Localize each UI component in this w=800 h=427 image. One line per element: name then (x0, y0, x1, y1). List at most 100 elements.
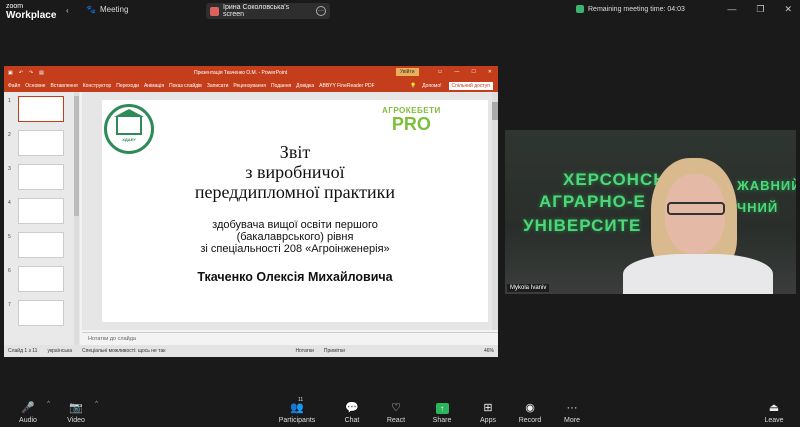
slide-scrollbar[interactable] (492, 92, 498, 330)
apps-button[interactable]: ⊞ Apps (468, 393, 508, 424)
tab-view[interactable]: Подання (271, 83, 291, 89)
react-button[interactable]: ♡ React (376, 393, 416, 424)
thumb-number: 5 (8, 234, 11, 240)
tab-review[interactable]: Рецензування (233, 83, 266, 89)
remaining-label: Remaining meeting time: 04:03 (588, 5, 685, 13)
slide-thumbnail[interactable] (18, 266, 64, 292)
undo-icon[interactable]: ↶ (19, 70, 23, 76)
close-icon[interactable]: ✕ (488, 69, 492, 75)
restore-icon[interactable]: ❐ (756, 4, 764, 15)
tab-home[interactable]: Основне (25, 83, 45, 89)
thumb-number: 7 (8, 302, 11, 308)
meeting-menu[interactable]: 🐾 Meeting (86, 5, 128, 14)
chevron-up-icon[interactable]: ^ (47, 401, 50, 407)
audio-button[interactable]: 🎤 Audio ^ (8, 393, 50, 424)
wall-text-1: ХЕРСОНСЬ (563, 170, 667, 189)
tab-record[interactable]: Записати (207, 83, 229, 89)
tab-slideshow[interactable]: Показ слайдів (169, 83, 202, 89)
leave-button[interactable]: ⏏ Leave (754, 393, 794, 424)
participant-video-tile[interactable]: ХЕРСОНСЬ ЖАВНИЙ АГРАРНО-Е ЧНИЙ УНІВЕРСИТ… (505, 130, 796, 294)
slide-canvas: ХДАЕУ АГРОКЕБЕТИ PRO Звіт з виробничої п… (82, 92, 492, 330)
thumb-number: 6 (8, 268, 11, 274)
slide-thumbnail[interactable] (18, 96, 64, 122)
leave-icon: ⏏ (768, 402, 780, 414)
record-label: Record (518, 417, 542, 424)
leave-label: Leave (764, 417, 784, 424)
quick-access: ▣ ↶ ↷ ▤ (8, 70, 44, 76)
tab-insert[interactable]: Вставлення (50, 83, 77, 89)
chat-icon: 💬 (345, 402, 359, 414)
share-screen-icon: ↑ (422, 401, 462, 415)
chevron-left-icon[interactable]: ‹ (66, 6, 69, 15)
more-button[interactable]: ··· More (552, 393, 592, 424)
notes-pane[interactable]: Нотатки до слайда (82, 332, 498, 345)
tab-animation[interactable]: Анімація (144, 83, 164, 89)
current-slide[interactable]: ХДАЕУ АГРОКЕБЕТИ PRO Звіт з виробничої п… (102, 100, 488, 322)
apps-icon: ⊞ (483, 402, 493, 414)
video-button[interactable]: 📷 Video ^ (56, 393, 98, 424)
share-label: Ірина Соколовська's screen (223, 4, 290, 18)
status-accessibility[interactable]: Спеціальні можливості: щось не так (82, 348, 165, 354)
zoom-level[interactable]: 46% (484, 348, 494, 354)
ribbon-right: 💡 Допомо! Спільний доступ (410, 81, 494, 91)
agro-pro-logo: АГРОКЕБЕТИ PRO (382, 106, 441, 133)
share-button[interactable]: ↑ Share (422, 393, 462, 424)
record-button[interactable]: ◉ Record (510, 393, 550, 424)
signin-button[interactable]: Увійти (396, 68, 419, 76)
participants-count: 11 (298, 397, 304, 403)
chevron-up-icon[interactable]: ^ (95, 401, 98, 407)
agro-bottom: PRO (391, 114, 431, 134)
present-icon[interactable]: ▤ (39, 70, 44, 76)
minimize-icon[interactable]: — (454, 69, 459, 75)
chat-button[interactable]: 💬 Chat (332, 393, 372, 424)
maximize-icon[interactable]: ☐ (471, 69, 475, 75)
notes-toggle[interactable]: Нотатки (295, 348, 313, 354)
wall-text-1b: ЖАВНИЙ (737, 178, 796, 193)
thumbnail-scrollbar[interactable] (74, 92, 79, 345)
screen-share-indicator[interactable]: Ірина Соколовська's screen ··· (206, 3, 330, 19)
video-label: Video (67, 417, 85, 424)
more-label: More (564, 417, 580, 424)
shield-icon (576, 5, 584, 13)
slide-subtitle-2: (бакалаврського) рівня (236, 231, 354, 243)
lightbulb-icon[interactable]: 💡 (410, 83, 416, 89)
tab-design[interactable]: Конструктор (83, 83, 112, 89)
ribbon-options-icon[interactable]: ▭ (438, 69, 443, 75)
slide-thumbnail[interactable] (18, 232, 64, 258)
slide-thumbnail[interactable] (18, 198, 64, 224)
thumb-number: 1 (8, 98, 11, 104)
thumb-number: 3 (8, 166, 11, 172)
logo-text: ХДАЕУ (122, 136, 136, 142)
share-access-button[interactable]: Спільний доступ (447, 81, 494, 91)
minimize-icon[interactable]: — (727, 4, 736, 15)
tab-abbyy[interactable]: ABBYY FineReader PDF (319, 83, 375, 89)
camera-off-icon: 📷 (69, 402, 83, 414)
slide-subtitle-1: здобувача вищої освіти першого (212, 219, 378, 231)
participant-name: Mykola Ivaniv (507, 284, 550, 292)
slide-subtitle-3: зі спеціальності 208 «Агроінженерія» (200, 243, 390, 255)
participants-button[interactable]: 11 👥 Participants (274, 393, 320, 424)
logo-line2: Workplace (6, 10, 57, 21)
redo-icon[interactable]: ↷ (29, 70, 33, 76)
paw-icon: 🐾 (86, 5, 96, 14)
tab-file[interactable]: Файл (8, 83, 20, 89)
close-icon[interactable]: ✕ (784, 4, 792, 15)
wall-text-2: АГРАРНО-Е (539, 192, 646, 211)
status-language[interactable]: українська (47, 348, 72, 354)
record-icon: ◉ (525, 402, 535, 414)
help-search[interactable]: Допомо! (422, 83, 441, 89)
building-icon (114, 108, 144, 135)
more-options-icon[interactable]: ··· (316, 6, 326, 16)
slide-thumbnail[interactable] (18, 164, 64, 190)
slide-thumbnail[interactable] (18, 300, 64, 326)
tab-help[interactable]: Довідка (296, 83, 314, 89)
tab-transitions[interactable]: Переходи (116, 83, 139, 89)
slide-thumbnail[interactable] (18, 130, 64, 156)
ppt-titlebar: ▣ ↶ ↷ ▤ Презентація Ткаченко О.М. - Powe… (4, 66, 498, 80)
save-icon[interactable]: ▣ (8, 70, 13, 76)
thumb-number: 4 (8, 200, 11, 206)
share-label: Share (432, 417, 452, 424)
comments-toggle[interactable]: Примітки (324, 348, 345, 354)
mic-muted-icon: 🎤 (21, 402, 35, 414)
glasses (667, 202, 725, 215)
